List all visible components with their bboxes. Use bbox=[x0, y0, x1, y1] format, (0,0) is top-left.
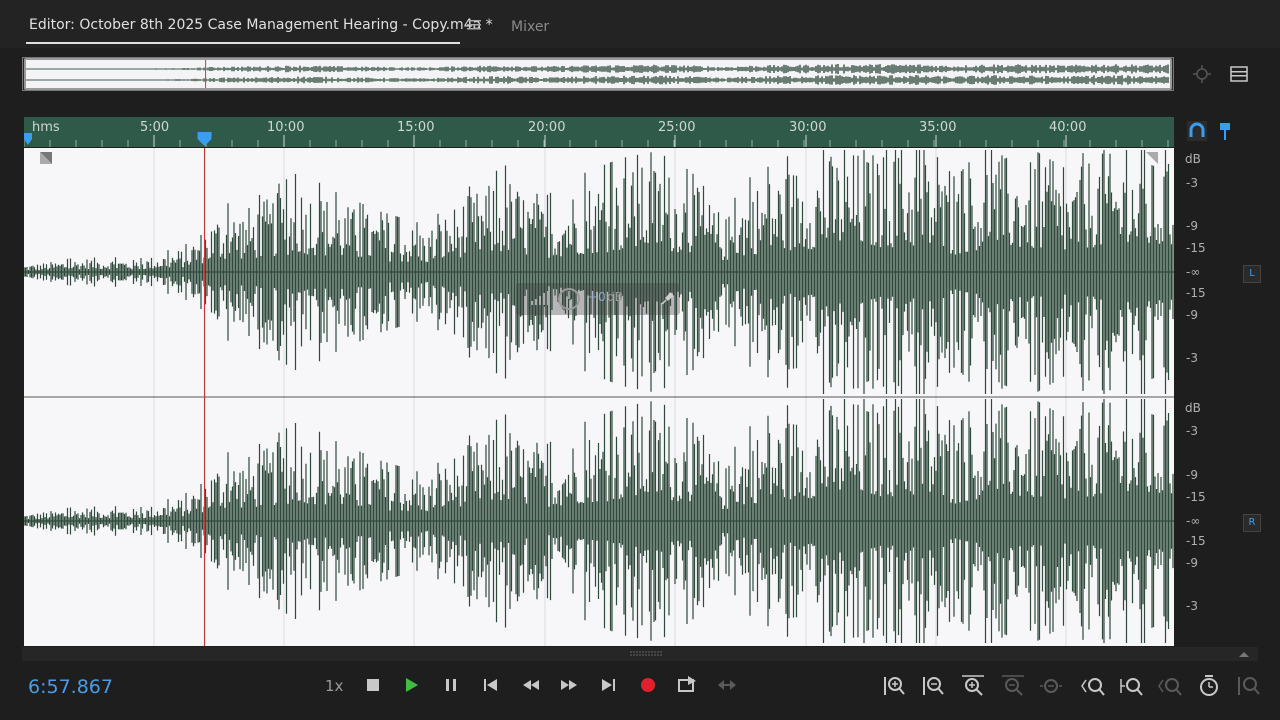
overview-waveform bbox=[26, 60, 1169, 88]
db-label: -15 bbox=[1186, 241, 1206, 255]
active-tab-indicator bbox=[26, 42, 460, 44]
db-label: -3 bbox=[1186, 424, 1198, 438]
hud-volume-unit: dB bbox=[607, 290, 623, 304]
tab-editor[interactable]: Editor: October 8th 2025 Case Management… bbox=[29, 17, 493, 33]
marker-icon[interactable] bbox=[1217, 121, 1233, 141]
scrollbar-grip[interactable] bbox=[630, 650, 662, 658]
skip-selection-icon[interactable] bbox=[674, 672, 700, 698]
zoom-settings-icon[interactable] bbox=[1236, 673, 1262, 699]
db-label: -∞ bbox=[1186, 265, 1201, 279]
zoom-out-full-icon[interactable] bbox=[1038, 673, 1064, 699]
db-label: dB bbox=[1185, 401, 1201, 415]
playback-speed[interactable]: 1x bbox=[325, 677, 343, 695]
db-label: dB bbox=[1185, 152, 1201, 166]
tab-mixer[interactable]: Mixer bbox=[511, 19, 549, 35]
hud-volume-value[interactable]: +0 bbox=[588, 290, 606, 304]
db-label: -9 bbox=[1186, 308, 1198, 322]
stereo-waveform bbox=[24, 148, 1174, 646]
current-time-display[interactable]: 6:57.867 bbox=[28, 676, 113, 698]
db-label: -3 bbox=[1186, 599, 1198, 613]
zoom-in-time-icon[interactable] bbox=[960, 673, 986, 699]
rewind-icon[interactable] bbox=[518, 672, 544, 698]
panel-menu-icon[interactable] bbox=[1230, 66, 1248, 82]
fast-forward-icon[interactable] bbox=[556, 672, 582, 698]
scroll-up-icon[interactable] bbox=[1238, 650, 1250, 658]
level-meter-icon bbox=[531, 291, 549, 305]
zoom-reset-icon[interactable] bbox=[1196, 673, 1222, 699]
db-label: -9 bbox=[1186, 219, 1198, 233]
db-label: -3 bbox=[1186, 176, 1198, 190]
db-label: -9 bbox=[1186, 468, 1198, 482]
snap-icon[interactable] bbox=[1187, 121, 1207, 141]
zoom-to-selection-icon[interactable] bbox=[1157, 673, 1183, 699]
zoom-in-point-icon[interactable] bbox=[1080, 673, 1106, 699]
volume-knob-icon[interactable] bbox=[557, 287, 581, 311]
loop-icon[interactable] bbox=[714, 672, 740, 698]
skip-start-icon[interactable] bbox=[477, 672, 503, 698]
ruler-ticks bbox=[24, 132, 1169, 147]
db-label: -15 bbox=[1186, 490, 1206, 504]
record-icon[interactable] bbox=[635, 672, 661, 698]
left-channel-toggle[interactable]: L bbox=[1243, 265, 1261, 283]
skip-end-icon[interactable] bbox=[596, 672, 622, 698]
pause-icon[interactable] bbox=[438, 672, 464, 698]
zoom-out-point-icon[interactable] bbox=[1118, 673, 1144, 699]
db-label: -15 bbox=[1186, 286, 1206, 300]
db-label: -3 bbox=[1186, 351, 1198, 365]
db-scale: dB -3 -9 -15 -∞ -15 -9 -3 dB -3 -9 -15 -… bbox=[1176, 148, 1261, 646]
db-label: -∞ bbox=[1186, 514, 1201, 528]
stop-icon[interactable] bbox=[360, 672, 386, 698]
zoom-in-amplitude-icon[interactable] bbox=[882, 673, 908, 699]
right-channel-toggle[interactable]: R bbox=[1243, 514, 1261, 532]
zoom-out-amplitude-icon[interactable] bbox=[921, 673, 947, 699]
db-label: -9 bbox=[1186, 556, 1198, 570]
zoom-out-time-icon[interactable] bbox=[1000, 673, 1026, 699]
tab-menu-icon[interactable] bbox=[466, 18, 482, 32]
db-label: -15 bbox=[1186, 534, 1206, 548]
zoom-navigator-icon[interactable] bbox=[1192, 64, 1212, 84]
pin-icon[interactable] bbox=[660, 290, 676, 306]
play-icon[interactable] bbox=[398, 672, 424, 698]
